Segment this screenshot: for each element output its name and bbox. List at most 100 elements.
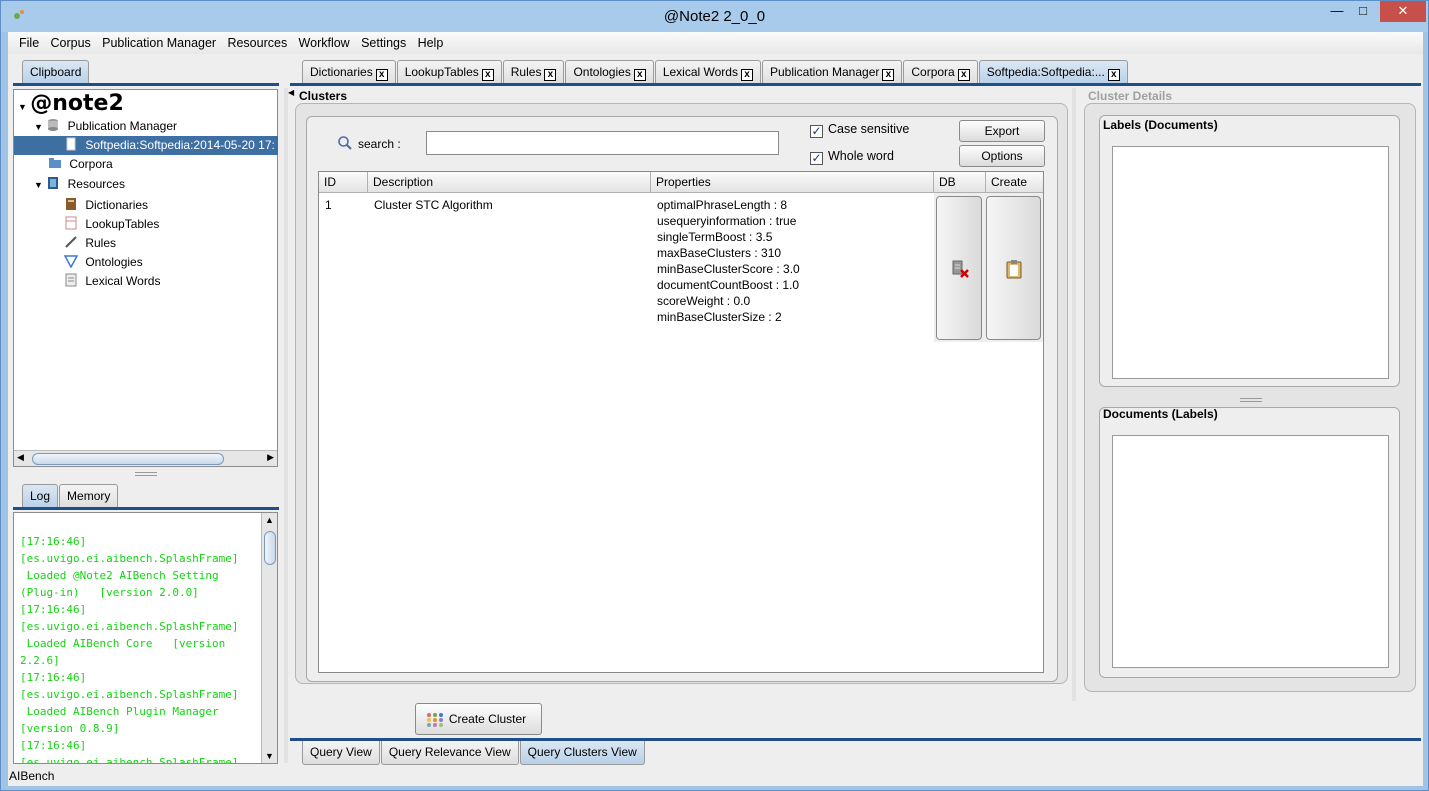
search-input[interactable] (426, 131, 779, 155)
tab-corpora[interactable]: Corpora x (903, 60, 978, 84)
col-header-description[interactable]: Description (368, 172, 651, 193)
tree-item-ontologies[interactable]: Ontologies (64, 253, 143, 272)
tab-memory[interactable]: Memory (59, 484, 119, 508)
tab-rules[interactable]: Rules x (502, 60, 565, 84)
scrollbar-thumb[interactable] (264, 531, 276, 565)
tree-hscrollbar[interactable]: ◀ ▶ (14, 450, 277, 466)
menu-bar: File Corpus Publication Manager Resource… (8, 32, 1423, 54)
clipboard-tree: ▼ @note2 ▼ Publication Manager Softpedia… (13, 89, 278, 467)
scroll-down-icon[interactable]: ▼ (265, 751, 274, 761)
close-icon[interactable]: ✕ (1380, 1, 1426, 22)
details-splitter[interactable] (1072, 88, 1076, 701)
tab-label: Lexical Words (662, 65, 738, 79)
menu-workflow[interactable]: Workflow (295, 32, 354, 50)
left-splitter-handle[interactable] (135, 472, 157, 476)
tree-item-label: Resources (67, 177, 125, 191)
close-tab-icon[interactable]: x (375, 69, 388, 81)
tab-label: Softpedia:Softpedia:... (986, 65, 1105, 79)
db-remove-button[interactable] (936, 196, 982, 340)
scroll-right-icon[interactable]: ▶ (267, 452, 274, 463)
tree-item-lookup-tables[interactable]: LookupTables (64, 215, 159, 234)
main-splitter[interactable] (284, 88, 288, 763)
tab-divider (13, 83, 279, 86)
app-window: @Note2 2_0_0 — □ ✕ File Corpus Publicati… (0, 0, 1429, 791)
menu-corpus[interactable]: Corpus (47, 32, 95, 50)
col-header-properties[interactable]: Properties (651, 172, 934, 193)
tab-lookup-tables[interactable]: LookupTables x (396, 60, 502, 84)
database-icon (48, 119, 59, 131)
scroll-up-icon[interactable]: ▲ (265, 515, 274, 525)
close-tab-icon[interactable]: x (633, 69, 646, 81)
cell-description: Cluster STC Algorithm (374, 198, 493, 212)
tree-item-rules[interactable]: Rules (64, 234, 116, 253)
close-tab-icon[interactable]: x (1107, 69, 1120, 81)
log-text: [17:16:46] [es.uvigo.ei.aibench.SplashFr… (20, 535, 239, 764)
create-cluster-row-button[interactable] (986, 196, 1041, 340)
tree-item-label: LookupTables (85, 217, 160, 231)
menu-resources[interactable]: Resources (223, 32, 291, 50)
tree-item-label: Softpedia:Softpedia:2014-05-20 17: (85, 138, 275, 152)
close-tab-icon[interactable]: x (740, 69, 753, 81)
tab-clipboard[interactable]: Clipboard (22, 60, 90, 84)
tree-item-corpora[interactable]: Corpora (48, 155, 113, 174)
case-sensitive-checkbox[interactable]: ✓ Case sensitive (810, 122, 909, 138)
checkbox-label: Case sensitive (828, 122, 910, 136)
db-remove-icon (952, 260, 969, 278)
scrollbar-thumb[interactable] (32, 453, 224, 465)
tree-root[interactable]: ▼ @note2 (18, 92, 124, 116)
tab-query-relevance-view[interactable]: Query Relevance View (380, 741, 519, 765)
close-tab-icon[interactable]: x (481, 69, 494, 81)
close-tab-icon[interactable]: x (544, 69, 557, 81)
menu-publication-manager[interactable]: Publication Manager (98, 32, 220, 50)
cell-properties: optimalPhraseLength : 8 usequeryinformat… (657, 198, 800, 324)
export-button[interactable]: Export (959, 120, 1045, 142)
tree-item-resources[interactable]: ▼ Resources (34, 175, 125, 194)
tree-item-dictionaries[interactable]: Dictionaries (64, 196, 148, 215)
tab-softpedia[interactable]: Softpedia:Softpedia:... x (978, 60, 1128, 84)
tree-item-lexical-words[interactable]: Lexical Words (64, 272, 160, 291)
expand-icon[interactable]: ▼ (34, 180, 43, 190)
tree-item-label: Lexical Words (85, 274, 161, 288)
collapse-left-icon[interactable]: ◀ (288, 88, 294, 97)
expand-icon[interactable]: ▼ (18, 102, 27, 112)
col-header-db[interactable]: DB (934, 172, 986, 193)
ontology-icon (64, 255, 78, 268)
checkbox-checked-icon[interactable]: ✓ (810, 152, 823, 165)
col-header-id[interactable]: ID (319, 172, 368, 193)
labels-documents-title: Labels (Documents) (1103, 118, 1218, 132)
table-row[interactable] (319, 193, 934, 342)
tab-label: LookupTables (404, 65, 479, 79)
create-cluster-button[interactable]: Create Cluster (415, 703, 542, 735)
col-header-create[interactable]: Create (986, 172, 1043, 193)
log-vscrollbar[interactable]: ▲ ▼ (261, 513, 277, 763)
tab-lexical-words[interactable]: Lexical Words x (654, 60, 761, 84)
labels-documents-list[interactable] (1112, 146, 1389, 379)
close-tab-icon[interactable]: x (882, 69, 895, 81)
whole-word-checkbox[interactable]: ✓ Whole word (810, 149, 894, 165)
maximize-icon[interactable]: □ (1350, 1, 1376, 22)
options-button[interactable]: Options (959, 145, 1045, 167)
minimize-icon[interactable]: — (1324, 1, 1350, 22)
tab-dictionaries[interactable]: Dictionaries x (302, 60, 396, 84)
tab-label: Ontologies (573, 65, 631, 79)
tree-item-publication-manager[interactable]: ▼ Publication Manager (34, 117, 177, 136)
tab-query-view[interactable]: Query View (302, 741, 380, 765)
tab-ontologies[interactable]: Ontologies x (565, 60, 654, 84)
cluster-icon (427, 713, 443, 727)
tab-label: Rules (510, 65, 542, 79)
details-splitter-handle[interactable] (1240, 398, 1262, 402)
tab-log[interactable]: Log (22, 484, 59, 508)
tab-query-clusters-view[interactable]: Query Clusters View (519, 741, 645, 765)
expand-icon[interactable]: ▼ (34, 122, 43, 132)
close-tab-icon[interactable]: x (957, 69, 970, 81)
menu-settings[interactable]: Settings (357, 32, 410, 50)
checkbox-checked-icon[interactable]: ✓ (810, 125, 823, 138)
menu-help[interactable]: Help (414, 32, 448, 50)
tree-item-softpedia[interactable]: Softpedia:Softpedia:2014-05-20 17: (14, 136, 278, 155)
log-panel: [17:16:46] [es.uvigo.ei.aibench.SplashFr… (13, 512, 278, 764)
scroll-left-icon[interactable]: ◀ (17, 452, 24, 463)
tab-label: Publication Manager (769, 65, 880, 79)
menu-file[interactable]: File (8, 32, 43, 50)
documents-labels-list[interactable] (1112, 435, 1389, 668)
tab-publication-manager[interactable]: Publication Manager x (761, 60, 903, 84)
